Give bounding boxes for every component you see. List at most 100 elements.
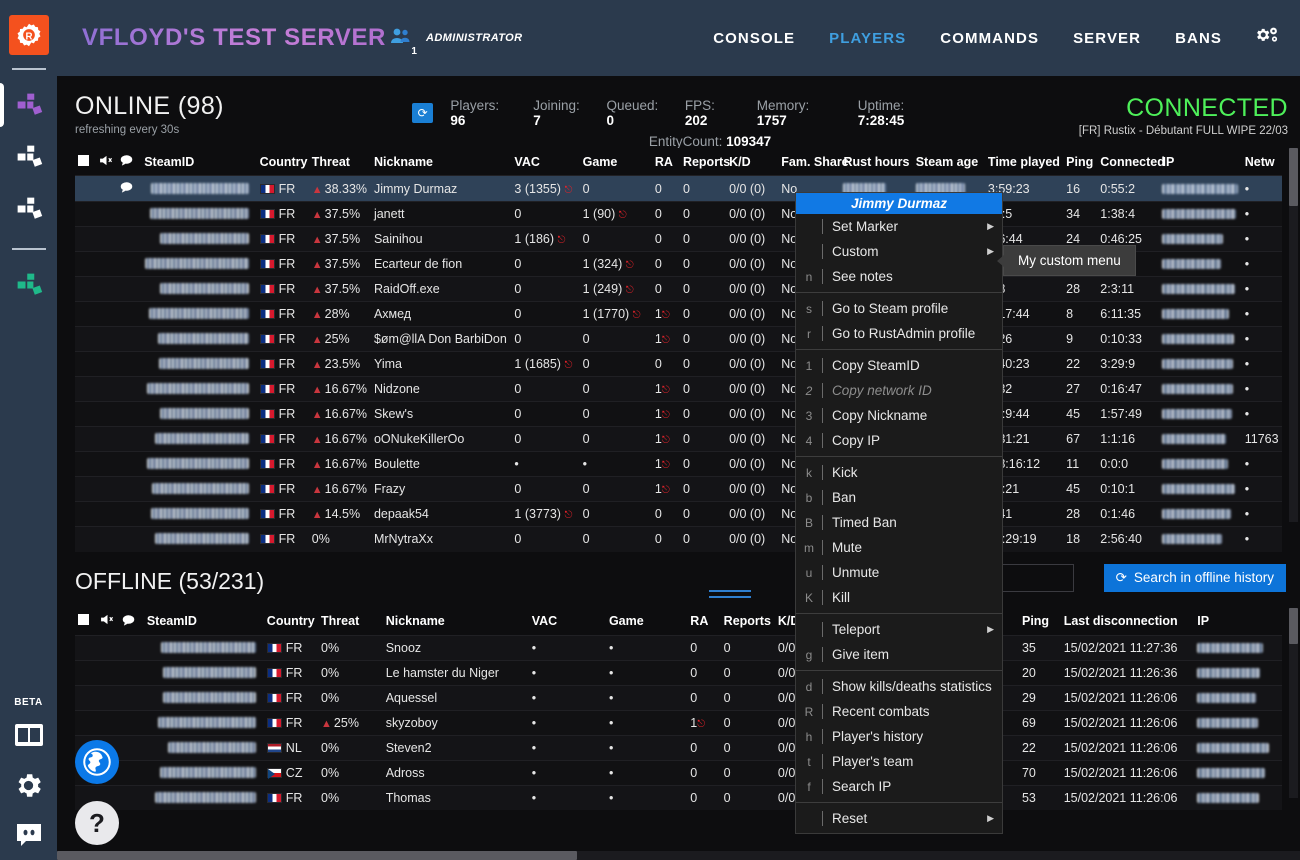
row-mute-icon[interactable]	[97, 709, 119, 735]
row-chat-icon[interactable]	[117, 276, 142, 302]
table-row[interactable]: CZ0%Adross••000/0 (0)No13:9:127015/02/20…	[75, 759, 1282, 785]
context-menu-item-timed-ban[interactable]: B Timed Ban	[796, 510, 1002, 535]
row-mute-icon[interactable]	[97, 501, 118, 527]
row-mute-icon[interactable]	[97, 634, 119, 660]
offline-col-ra[interactable]: RA	[687, 607, 721, 635]
table-row[interactable]: FR▲16.67%Nidzone001⎋00/0 (0)No4:32270:16…	[75, 376, 1282, 402]
col-threat[interactable]: Threat	[308, 148, 371, 176]
row-chat-icon[interactable]	[117, 201, 142, 227]
offline-select-all-checkbox[interactable]	[75, 607, 98, 635]
row-chat-icon[interactable]	[118, 759, 144, 785]
gear-icon[interactable]	[0, 760, 57, 810]
table-row[interactable]: FR ▲ 28% Ахмед 0 1 (1770) ⎋ 1⎋ 0 0/0 (0) No 8:17:4…	[75, 301, 1282, 327]
row-mute-icon[interactable]	[97, 301, 118, 327]
table-row[interactable]: FR▲14.5%depaak541 (3773) ⎋0000/0 (0)No2:…	[75, 501, 1282, 527]
context-menu-item-unmute[interactable]: u Unmute	[796, 560, 1002, 585]
row-chat-icon[interactable]	[118, 659, 144, 685]
gears-icon[interactable]	[1256, 26, 1278, 51]
sidebar-item-server-4[interactable]	[0, 259, 57, 311]
row-chat-icon[interactable]	[117, 251, 142, 277]
context-menu-item-copy-steamid[interactable]: 1 Copy SteamID	[796, 353, 1002, 378]
layout-icon[interactable]	[0, 710, 57, 760]
row-checkbox[interactable]	[75, 201, 98, 227]
select-all-checkbox[interactable]	[75, 148, 98, 176]
sidebar-item-server-3[interactable]	[0, 183, 57, 235]
col-vac[interactable]: VAC	[511, 148, 580, 176]
help-icon[interactable]: ?	[75, 801, 119, 845]
row-chat-icon[interactable]	[117, 501, 142, 527]
context-menu-item-kick[interactable]: k Kick	[796, 460, 1002, 485]
row-chat-icon[interactable]	[118, 734, 144, 760]
offline-col-nickname[interactable]: Nickname	[382, 607, 529, 635]
search-offline-history-button[interactable]: ⟳ Search in offline history	[1103, 563, 1286, 592]
row-chat-icon[interactable]	[117, 401, 142, 427]
context-menu-item-kill[interactable]: K Kill	[796, 585, 1002, 610]
row-mute-icon[interactable]	[97, 226, 118, 252]
col-steamid[interactable]: SteamID	[141, 148, 257, 176]
col-connected[interactable]: Connected	[1097, 148, 1165, 176]
row-chat-icon[interactable]	[117, 301, 142, 327]
row-chat-icon[interactable]	[117, 376, 142, 402]
context-menu-item-show-kills-deaths-statistics[interactable]: d Show kills/deaths statistics	[796, 674, 1002, 699]
col-reports[interactable]: Reports	[679, 148, 730, 176]
row-chat-icon[interactable]	[117, 226, 142, 252]
row-mute-icon[interactable]	[97, 251, 118, 277]
offline-col-ping[interactable]: Ping	[1018, 607, 1061, 635]
row-mute-icon[interactable]	[97, 426, 118, 452]
row-checkbox[interactable]	[75, 301, 98, 327]
nav-console[interactable]: CONSOLE	[713, 30, 795, 47]
sidebar-item-server-2[interactable]	[0, 131, 57, 183]
context-menu-item-ban[interactable]: b Ban	[796, 485, 1002, 510]
context-menu-item-custom[interactable]: Custom ▶	[796, 239, 1002, 264]
table-row[interactable]: FR0%Thomas••000/0 (0)No20:51:315315/02/2…	[75, 784, 1282, 810]
context-menu-item-recent-combats[interactable]: R Recent combats	[796, 699, 1002, 724]
row-checkbox[interactable]	[75, 251, 98, 277]
row-checkbox[interactable]	[75, 226, 98, 252]
row-checkbox[interactable]	[75, 526, 98, 552]
nav-bans[interactable]: BANS	[1175, 30, 1222, 47]
context-menu-item-player-s-history[interactable]: h Player's history	[796, 724, 1002, 749]
row-chat-icon[interactable]	[118, 709, 144, 735]
row-chat-icon[interactable]	[117, 451, 142, 477]
context-menu-item-copy-ip[interactable]: 4 Copy IP	[796, 428, 1002, 453]
context-menu-item-search-ip[interactable]: f Search IP	[796, 774, 1002, 799]
map-globe-icon[interactable]	[75, 740, 119, 784]
sidebar-item-server-1[interactable]	[0, 79, 57, 131]
table-row[interactable]: FR▲37.5%janett01 (90) ⎋000/0 (0)No16:534…	[75, 201, 1282, 227]
row-mute-icon[interactable]	[97, 451, 118, 477]
offline-col-country[interactable]: Country	[263, 607, 319, 635]
row-chat-icon[interactable]	[118, 634, 144, 660]
offline-col-lastdisconnect[interactable]: Last disconnection	[1060, 607, 1195, 635]
row-mute-icon[interactable]	[97, 659, 119, 685]
row-mute-icon[interactable]	[97, 175, 118, 202]
context-menu-item-player-s-team[interactable]: t Player's team	[796, 749, 1002, 774]
refresh-button[interactable]: ⟳	[412, 103, 434, 123]
row-mute-icon[interactable]	[97, 526, 118, 552]
col-nickname[interactable]: Nickname	[370, 148, 512, 176]
nav-players[interactable]: PLAYERS	[829, 30, 906, 47]
table-row[interactable]: FR ▲ 16.67% Frazy 0 0 1⎋ 0 0/0 (0) No 23:21 45 0:10:…	[75, 476, 1282, 502]
table-row[interactable]: FR ▲ 25% $øm@llA Don BarbiDon 0 0 1⎋ 0 0/0 (0) No…	[75, 326, 1282, 352]
col-rusthours[interactable]: Rust hours	[840, 148, 913, 176]
table-row[interactable]: NL0%Steven2••000/0 (0)No4:52:592215/02/2…	[75, 734, 1282, 760]
col-timeplayed[interactable]: Time played	[984, 148, 1064, 176]
col-kd[interactable]: K/D	[726, 148, 779, 176]
row-checkbox[interactable]	[75, 376, 98, 402]
table-row[interactable]: FR0%Snooz••000/0 (0)No14:41:143515/02/20…	[75, 634, 1282, 660]
row-checkbox[interactable]	[75, 659, 98, 685]
col-network[interactable]: Netw	[1241, 148, 1282, 176]
row-mute-icon[interactable]	[97, 201, 118, 227]
row-mute-icon[interactable]	[97, 351, 118, 377]
row-checkbox[interactable]	[75, 451, 98, 477]
offline-col-game[interactable]: Game	[605, 607, 688, 635]
col-famshare[interactable]: Fam. Share	[778, 148, 849, 176]
row-mute-icon[interactable]	[97, 684, 119, 710]
row-chat-icon[interactable]	[117, 476, 142, 502]
nav-server[interactable]: SERVER	[1073, 30, 1141, 47]
table-row[interactable]: FR ▲ 38.33% Jimmy Durmaz 3 (1355) ⎋ 0 0 0 0/0 (0…	[75, 175, 1282, 202]
col-ping[interactable]: Ping	[1063, 148, 1098, 176]
online-table-scrollbar[interactable]	[1289, 148, 1298, 522]
row-mute-icon[interactable]	[97, 401, 118, 427]
col-steamage[interactable]: Steam age	[912, 148, 985, 176]
row-checkbox[interactable]	[75, 634, 98, 660]
